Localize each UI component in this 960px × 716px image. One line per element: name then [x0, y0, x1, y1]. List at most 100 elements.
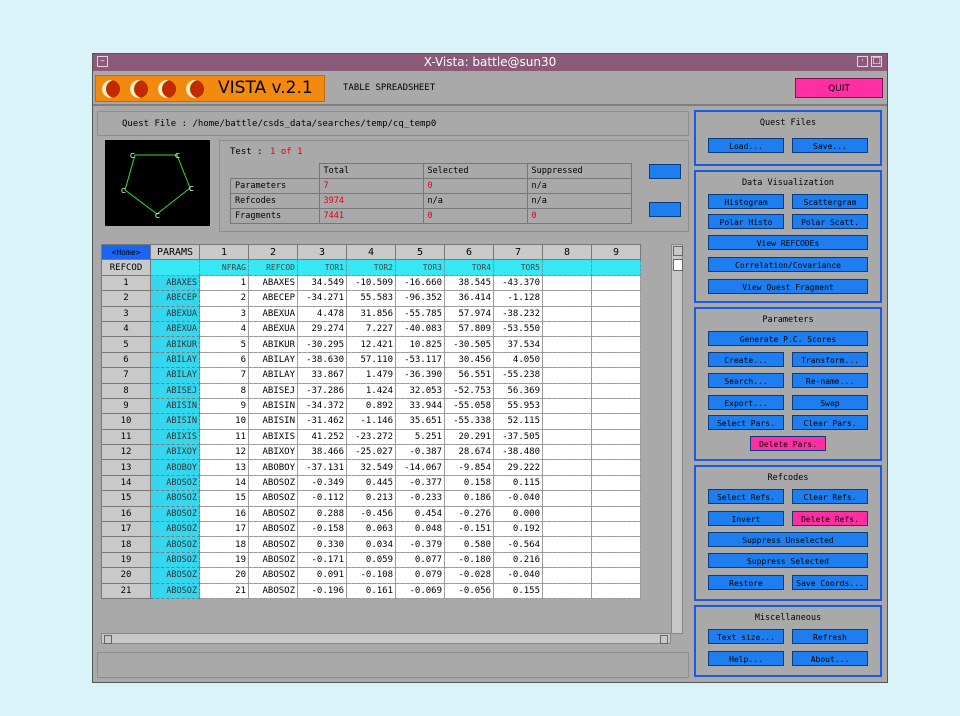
suppress-selected-button[interactable]: Suppress Selected	[708, 553, 868, 568]
data-cell[interactable]: -38.630	[297, 351, 347, 369]
data-cell[interactable]: -55.338	[444, 413, 494, 430]
refresh-button[interactable]: Refresh	[792, 629, 868, 644]
stats-up-button[interactable]	[649, 164, 681, 179]
data-cell[interactable]: ABOSOZ	[248, 582, 298, 599]
data-cell[interactable]: -52.753	[444, 382, 494, 399]
delete-refs-button[interactable]: Delete Refs.	[792, 511, 868, 526]
data-cell[interactable]: -23.272	[346, 428, 396, 446]
transform-button[interactable]: Transform...	[792, 352, 868, 367]
data-cell[interactable]: ABEXUA	[248, 305, 298, 322]
refcode-cell[interactable]: ABOSOZ	[150, 474, 200, 492]
vertical-scrollbar[interactable]	[671, 244, 683, 634]
quit-button[interactable]: QUIT	[795, 78, 883, 98]
data-cell[interactable]: 18	[199, 536, 249, 553]
clear-refs-button[interactable]: Clear Refs.	[792, 489, 868, 504]
data-cell[interactable]: -40.083	[395, 320, 445, 338]
data-cell[interactable]	[542, 521, 592, 538]
invert-button[interactable]: Invert	[708, 511, 784, 526]
data-cell[interactable]	[591, 505, 641, 523]
row-number[interactable]: 8	[101, 382, 151, 399]
data-cell[interactable]: 1	[199, 274, 249, 292]
data-cell[interactable]: -0.233	[395, 490, 445, 507]
data-cell[interactable]	[542, 274, 592, 292]
data-cell[interactable]: 0.034	[346, 536, 396, 553]
data-cell[interactable]: -0.151	[444, 521, 494, 538]
data-cell[interactable]: ABOBOY	[248, 459, 298, 476]
row-number[interactable]: 21	[101, 582, 151, 599]
data-cell[interactable]: -25.027	[346, 444, 396, 461]
data-cell[interactable]: -53.117	[395, 351, 445, 369]
text-size-button[interactable]: Text size...	[708, 629, 784, 644]
data-cell[interactable]	[591, 351, 641, 369]
data-cell[interactable]: 20.291	[444, 428, 494, 446]
data-cell[interactable]: 0.063	[346, 521, 396, 538]
data-cell[interactable]: 0.192	[493, 521, 543, 538]
data-cell[interactable]: 55.583	[346, 290, 396, 307]
data-cell[interactable]: 30.456	[444, 351, 494, 369]
histogram-button[interactable]: Histogram	[708, 194, 784, 209]
data-cell[interactable]: ABAXES	[248, 274, 298, 292]
data-cell[interactable]: 0.186	[444, 490, 494, 507]
param-name-cell[interactable]: NFRAG	[199, 259, 249, 276]
row-number[interactable]: 7	[101, 367, 151, 384]
data-cell[interactable]: 0.000	[493, 505, 543, 523]
column-header[interactable]: 7	[493, 244, 543, 261]
data-cell[interactable]: 8	[199, 382, 249, 399]
data-cell[interactable]: -96.352	[395, 290, 445, 307]
column-header[interactable]: 6	[444, 244, 494, 261]
data-cell[interactable]: ABIXIS	[248, 428, 298, 446]
data-cell[interactable]: -0.108	[346, 567, 396, 584]
params-header[interactable]: PARAMS	[150, 244, 200, 261]
scattergram-button[interactable]: Scattergram	[792, 194, 868, 209]
scroll-thumb[interactable]	[673, 259, 683, 271]
data-cell[interactable]: -0.158	[297, 521, 347, 538]
data-cell[interactable]	[542, 444, 592, 461]
data-cell[interactable]: -55.238	[493, 367, 543, 384]
data-cell[interactable]	[591, 274, 641, 292]
row-number[interactable]: 19	[101, 551, 151, 569]
stats-down-button[interactable]	[649, 202, 681, 217]
data-cell[interactable]: ABEXUA	[248, 320, 298, 338]
data-cell[interactable]: 11	[199, 428, 249, 446]
data-cell[interactable]	[542, 397, 592, 415]
data-cell[interactable]: -36.390	[395, 367, 445, 384]
refcode-cell[interactable]: ABIXIS	[150, 428, 200, 446]
data-cell[interactable]: 0.161	[346, 582, 396, 599]
save-button[interactable]: Save...	[792, 138, 868, 153]
data-cell[interactable]: 38.466	[297, 444, 347, 461]
data-cell[interactable]: -38.232	[493, 305, 543, 322]
data-cell[interactable]: 0.216	[493, 551, 543, 569]
data-cell[interactable]: ABISIN	[248, 397, 298, 415]
param-name-cell[interactable]: TOR4	[444, 259, 494, 276]
data-cell[interactable]	[591, 382, 641, 399]
row-number[interactable]: 12	[101, 444, 151, 461]
data-cell[interactable]	[591, 444, 641, 461]
data-cell[interactable]: -0.112	[297, 490, 347, 507]
data-cell[interactable]: 55.953	[493, 397, 543, 415]
data-cell[interactable]: 33.867	[297, 367, 347, 384]
data-cell[interactable]	[542, 351, 592, 369]
rename-button[interactable]: Re-name...	[792, 373, 868, 388]
refcode-cell[interactable]: ABIKUR	[150, 336, 200, 353]
data-cell[interactable]	[542, 290, 592, 307]
data-cell[interactable]: 34.549	[297, 274, 347, 292]
data-cell[interactable]: 2	[199, 290, 249, 307]
horizontal-scrollbar[interactable]	[101, 633, 671, 644]
data-cell[interactable]: 29.274	[297, 320, 347, 338]
save-coords-button[interactable]: Save Coords...	[792, 575, 868, 590]
data-cell[interactable]: -1.146	[346, 413, 396, 430]
data-cell[interactable]: 32.549	[346, 459, 396, 476]
data-cell[interactable]: -37.286	[297, 382, 347, 399]
row-number[interactable]: 5	[101, 336, 151, 353]
load-button[interactable]: Load...	[708, 138, 784, 153]
polar-scatt-button[interactable]: Polar Scatt.	[792, 214, 868, 229]
row-number[interactable]: 3	[101, 305, 151, 322]
data-cell[interactable]: 17	[199, 521, 249, 538]
data-cell[interactable]: 0.330	[297, 536, 347, 553]
data-cell[interactable]	[542, 474, 592, 492]
data-cell[interactable]: 0.077	[395, 551, 445, 569]
data-cell[interactable]	[542, 536, 592, 553]
data-cell[interactable]: ABIKUR	[248, 336, 298, 353]
data-cell[interactable]: 5	[199, 336, 249, 353]
data-cell[interactable]: -55.058	[444, 397, 494, 415]
